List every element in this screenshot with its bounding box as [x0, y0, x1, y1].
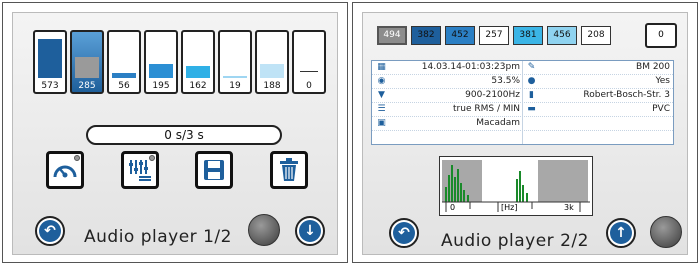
meter-tile-zero[interactable]: 0	[292, 30, 326, 94]
equalizer-icon	[129, 160, 151, 181]
save-button[interactable]	[195, 151, 233, 189]
info-row: ▼ 900-2100Hz ▮ Robert-Bosch-Str. 3	[372, 89, 673, 103]
screen-page-2: 494 382 452 257 381 456 208 0 ▦ 14.03.14-01:03…	[362, 12, 688, 255]
location-value: Robert-Bosch-Str. 3	[583, 90, 670, 100]
pipe-icon: ▬	[527, 104, 536, 114]
volume-value: 53.5%	[491, 76, 520, 86]
measurement-info-table: ▦ 14.03.14-01:03:23pm ✎ BM 200 ◉ 53.5% ●…	[371, 60, 674, 145]
meter-value: 285	[78, 81, 96, 91]
audio-player-page-1: 573 285 56 195 162 19 188 0 0 s/3 s ↶ Au…	[2, 2, 348, 263]
meter-tile-compact[interactable]: 382	[411, 26, 441, 45]
meter-tile-zero[interactable]: 0	[645, 23, 677, 48]
page-title: Audio player 2/2	[441, 231, 589, 251]
level-bar	[75, 57, 99, 78]
level-bar	[223, 76, 247, 78]
meter-value: 188	[263, 81, 281, 91]
floppy-disk-icon	[204, 160, 224, 180]
filter-icon: ▼	[378, 90, 385, 100]
meter-tile-compact[interactable]: 456	[547, 26, 577, 45]
back-button[interactable]: ↶	[35, 216, 65, 246]
meter-value: 195	[152, 81, 170, 91]
surface-icon: ▣	[377, 118, 386, 128]
level-bar	[112, 73, 136, 78]
level-bar	[149, 64, 173, 78]
measure-mode-value: true RMS / MIN	[453, 104, 520, 114]
back-arrow-icon: ↶	[39, 220, 61, 242]
speedometer-icon	[53, 165, 77, 178]
delete-button[interactable]	[270, 151, 308, 189]
axis-tick-0: 0	[450, 203, 456, 212]
microphone-icon: ✎	[527, 62, 536, 72]
meter-tile-compact[interactable]: 494	[377, 26, 407, 45]
status-dot	[149, 155, 155, 161]
filter-value: 900-2100Hz	[465, 90, 520, 100]
equalizer-small-icon: ☰	[377, 104, 386, 114]
location-comment-icon: ▮	[529, 90, 534, 100]
level-bar	[38, 39, 62, 78]
meter-tile[interactable]: 573	[33, 30, 67, 94]
device-value: BM 200	[636, 62, 670, 72]
info-row: ☰ true RMS / MIN ▬ PVC	[372, 103, 673, 117]
pipe-material-value: PVC	[652, 104, 670, 114]
meter-tile-compact[interactable]: 257	[479, 26, 509, 45]
page-title: Audio player 1/2	[84, 227, 232, 247]
back-button[interactable]: ↶	[389, 218, 419, 248]
water-drop-icon: ●	[527, 76, 536, 86]
axis-tick-3k: 3k	[564, 203, 574, 212]
trash-icon	[280, 158, 298, 181]
equalizer-button[interactable]	[121, 151, 159, 189]
meter-value: 162	[189, 81, 207, 91]
meter-value: 19	[229, 81, 241, 91]
speaker-icon: ◉	[377, 76, 386, 86]
info-row: ▦ 14.03.14-01:03:23pm ✎ BM 200	[372, 61, 673, 75]
meter-tile[interactable]: 195	[144, 30, 178, 94]
meter-tile-compact[interactable]: 452	[445, 26, 475, 45]
meter-value: 0	[306, 81, 312, 91]
screen-page-1: 573 285 56 195 162 19 188 0 0 s/3 s ↶ Au…	[12, 12, 338, 255]
arrow-up-icon: ↑	[610, 222, 632, 244]
arrow-down-icon: ↓	[299, 220, 321, 242]
next-page-button[interactable]: ↓	[295, 216, 325, 246]
meter-tile-compact[interactable]: 381	[513, 26, 543, 45]
frequency-spectrum: 0 [Hz] 3k	[439, 156, 593, 216]
speed-button[interactable]	[46, 151, 84, 189]
meter-tile[interactable]: 162	[181, 30, 215, 94]
back-arrow-icon: ↶	[393, 222, 415, 244]
meter-value: 56	[118, 81, 130, 91]
previous-page-button[interactable]: ↑	[606, 218, 636, 248]
meter-tile[interactable]: 285	[70, 30, 104, 94]
meter-value: 573	[41, 81, 59, 91]
audio-player-page-2: 494 382 452 257 381 456 208 0 ▦ 14.03.14-01:03…	[352, 2, 698, 263]
meter-tile[interactable]: 188	[255, 30, 289, 94]
meter-tile[interactable]: 56	[107, 30, 141, 94]
level-bar	[186, 66, 210, 78]
water-value: Yes	[655, 76, 670, 86]
rotary-knob[interactable]	[650, 216, 682, 248]
level-bar	[260, 64, 284, 78]
surface-value: Macadam	[476, 118, 520, 128]
info-row: ◉ 53.5% ● Yes	[372, 75, 673, 89]
status-dot	[74, 155, 80, 161]
calendar-icon: ▦	[377, 62, 386, 72]
axis-unit-hz: [Hz]	[501, 203, 518, 212]
datetime-value: 14.03.14-01:03:23pm	[421, 62, 520, 72]
meter-tile[interactable]: 19	[218, 30, 252, 94]
rotary-knob[interactable]	[248, 214, 280, 246]
playback-progress: 0 s/3 s	[86, 125, 282, 145]
zero-marker	[300, 71, 318, 72]
info-row: ▣ Macadam	[372, 117, 673, 131]
meter-tile-compact[interactable]: 208	[581, 26, 611, 45]
